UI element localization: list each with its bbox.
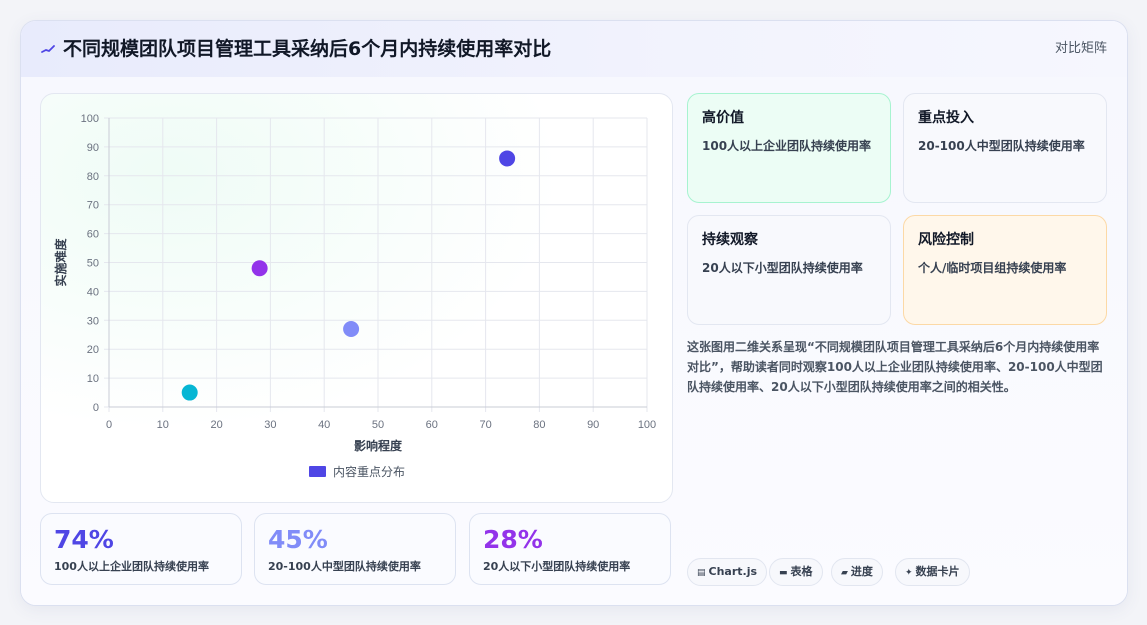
chart-description: 这张图用二维关系呈现“不同规模团队项目管理工具采纳后6个月内持续使用率对比”，帮… bbox=[687, 340, 1103, 394]
quadrant-high-value[interactable]: 高价值 100人以上企业团队持续使用率 bbox=[687, 93, 891, 203]
data-point bbox=[181, 384, 198, 401]
stat-card-midsize: 45% 20-100人中型团队持续使用率 bbox=[254, 513, 456, 585]
pill-table[interactable]: ▬ 表格 bbox=[769, 558, 823, 586]
y-tick-label: 100 bbox=[81, 113, 99, 125]
stat-value: 74% bbox=[54, 525, 114, 554]
view-tag[interactable]: 对比矩阵 bbox=[1055, 40, 1107, 58]
y-tick-label: 90 bbox=[87, 142, 99, 154]
dashboard-card: 不同规模团队项目管理工具采纳后6个月内持续使用率对比 对比矩阵 0 10 20 30 4… bbox=[20, 20, 1128, 606]
y-tick-label: 70 bbox=[87, 200, 99, 212]
quadrant-desc: 100人以上企业团队持续使用率 bbox=[702, 139, 872, 153]
stat-value: 28% bbox=[483, 525, 543, 554]
pill-label: Chart.js bbox=[708, 565, 758, 578]
y-tick-label: 40 bbox=[87, 286, 99, 298]
progress-icon: ▰ bbox=[841, 568, 848, 578]
stat-value: 45% bbox=[268, 525, 328, 554]
x-tick-label: 30 bbox=[264, 419, 276, 431]
quadrant-desc: 20-100人中型团队持续使用率 bbox=[918, 139, 1085, 153]
pill-data-card[interactable]: ✦ 数据卡片 bbox=[895, 558, 970, 586]
y-tick-label: 80 bbox=[87, 171, 99, 183]
y-axis-title: 实施难度 bbox=[53, 238, 68, 287]
quadrant-title: 高价值 bbox=[702, 110, 744, 126]
x-tick-label: 20 bbox=[210, 419, 222, 431]
page-title: 不同规模团队项目管理工具采纳后6个月内持续使用率对比 bbox=[63, 38, 552, 60]
stat-card-small: 28% 20人以下小型团队持续使用率 bbox=[469, 513, 671, 585]
x-tick-label: 80 bbox=[533, 419, 545, 431]
legend-swatch bbox=[309, 466, 326, 477]
x-tick-label: 70 bbox=[479, 419, 491, 431]
pill-chartjs[interactable]: ▤ Chart.js bbox=[687, 558, 768, 586]
pill-label: 表格 bbox=[790, 565, 813, 578]
pill-label: 数据卡片 bbox=[915, 565, 960, 578]
stat-label: 20-100人中型团队持续使用率 bbox=[268, 560, 421, 573]
x-axis-title: 影响程度 bbox=[354, 438, 403, 453]
data-point bbox=[343, 320, 360, 337]
y-tick-label: 50 bbox=[87, 258, 99, 270]
y-tick-label: 60 bbox=[87, 229, 99, 241]
quadrant-title: 风险控制 bbox=[918, 232, 974, 248]
x-tick-label: 40 bbox=[318, 419, 330, 431]
x-tick-label: 60 bbox=[426, 419, 438, 431]
x-tick-label: 100 bbox=[638, 419, 656, 431]
quadrant-key-investment[interactable]: 重点投入 20-100人中型团队持续使用率 bbox=[903, 93, 1107, 203]
x-tick-label: 50 bbox=[372, 419, 384, 431]
quadrant-title: 持续观察 bbox=[702, 232, 758, 248]
quadrant-title: 重点投入 bbox=[918, 110, 974, 126]
quadrant-monitor[interactable]: 持续观察 20人以下小型团队持续使用率 bbox=[687, 215, 891, 325]
stat-label: 20人以下小型团队持续使用率 bbox=[483, 560, 631, 573]
x-tick-label: 90 bbox=[587, 419, 599, 431]
sparkline-icon bbox=[41, 39, 57, 59]
y-tick-label: 20 bbox=[87, 344, 99, 356]
stat-label: 100人以上企业团队持续使用率 bbox=[54, 560, 209, 573]
chart-icon: ▤ bbox=[697, 568, 706, 578]
y-tick-label: 0 bbox=[93, 402, 99, 414]
x-tick-label: 0 bbox=[106, 419, 112, 431]
x-tick-label: 10 bbox=[157, 419, 169, 431]
quadrant-desc: 20人以下小型团队持续使用率 bbox=[702, 261, 863, 275]
legend-label: 内容重点分布 bbox=[333, 464, 405, 479]
data-point bbox=[251, 260, 268, 277]
header-bar: 不同规模团队项目管理工具采纳后6个月内持续使用率对比 对比矩阵 bbox=[21, 21, 1127, 78]
scatter-chart-panel: 0 10 20 30 40 50 60 70 80 90 100 0 10 20 30 40 50 60 70 80 9… bbox=[40, 93, 673, 503]
pill-label: 进度 bbox=[850, 565, 873, 578]
table-icon: ▬ bbox=[779, 568, 788, 578]
quadrant-desc: 个人/临时项目组持续使用率 bbox=[918, 261, 1067, 275]
y-tick-label: 30 bbox=[87, 315, 99, 327]
data-point bbox=[499, 150, 516, 167]
quadrant-risk-control[interactable]: 风险控制 个人/临时项目组持续使用率 bbox=[903, 215, 1107, 325]
scatter-chart: 0 10 20 30 40 50 60 70 80 90 100 0 10 20 30 40 50 60 70 80 9… bbox=[53, 113, 656, 479]
card-icon: ✦ bbox=[905, 568, 913, 578]
y-tick-label: 10 bbox=[87, 373, 99, 385]
pill-progress[interactable]: ▰ 进度 bbox=[831, 558, 883, 586]
stat-card-enterprise: 74% 100人以上企业团队持续使用率 bbox=[40, 513, 242, 585]
